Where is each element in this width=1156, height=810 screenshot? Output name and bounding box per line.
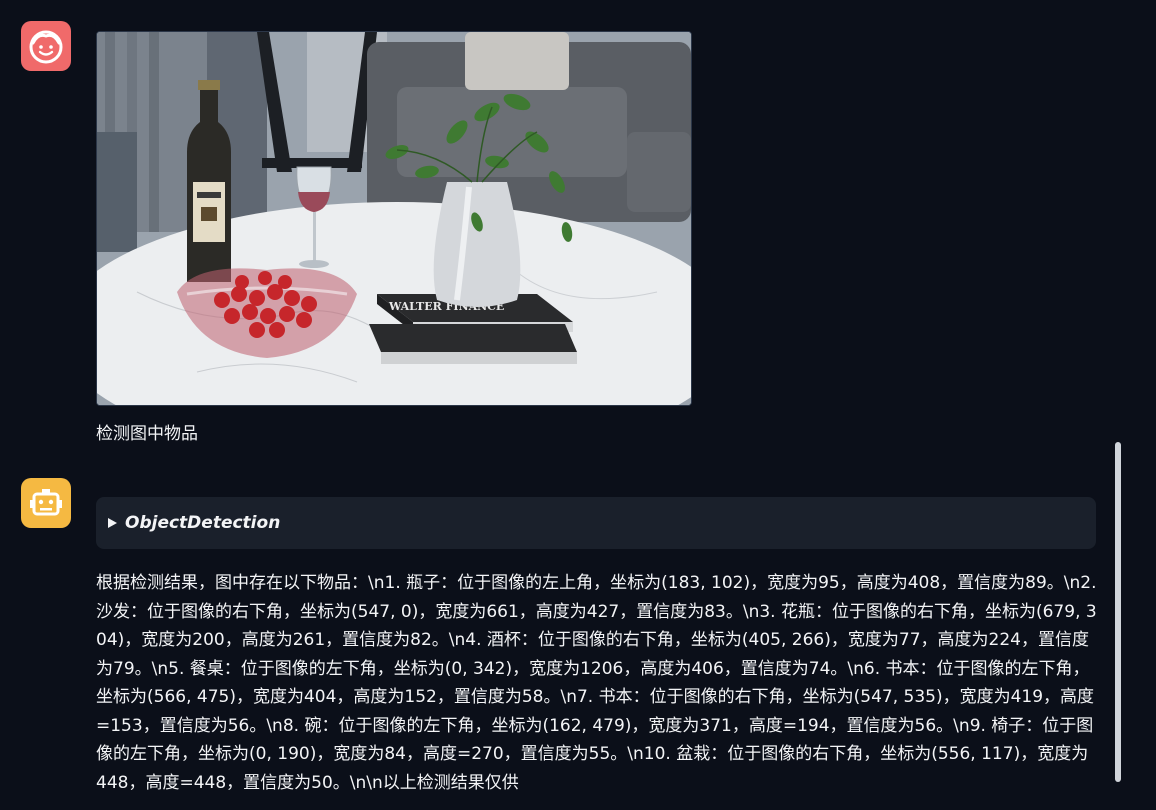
expand-triangle-icon: [108, 518, 117, 528]
user-message-text: 检测图中物品: [96, 424, 198, 444]
uploaded-image[interactable]: WALTER FINANCE: [96, 31, 692, 406]
smiling-face-icon: [29, 30, 63, 64]
living-room-photo: WALTER FINANCE: [97, 32, 691, 405]
tool-name-label: ObjectDetection: [125, 513, 281, 533]
robot-face-icon: [30, 489, 62, 516]
tool-call-toggle[interactable]: ObjectDetection: [96, 497, 1096, 549]
bot-message-text: 根据检测结果，图中存在以下物品：\n1. 瓶子：位于图像的左上角，坐标为(183…: [96, 573, 1097, 793]
scrollbar-thumb[interactable]: [1115, 442, 1121, 782]
chat-container: WALTER FINANCE 检测图中物品 ObjectDetection 根据…: [0, 0, 1156, 810]
bot-avatar: [21, 478, 71, 528]
user-avatar: [21, 21, 71, 71]
